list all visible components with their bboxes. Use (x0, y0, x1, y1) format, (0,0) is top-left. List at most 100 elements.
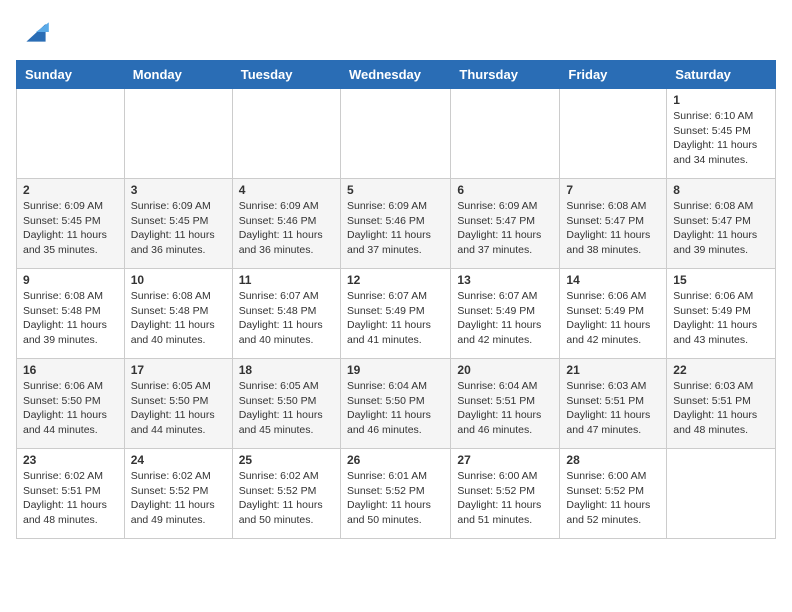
day-info: Sunrise: 6:04 AM Sunset: 5:51 PM Dayligh… (457, 379, 553, 438)
calendar-cell: 28Sunrise: 6:00 AM Sunset: 5:52 PM Dayli… (560, 449, 667, 539)
day-number: 9 (23, 273, 118, 287)
calendar-cell: 8 Sunrise: 6:08 AM Sunset: 5:47 PM Daylig… (667, 179, 776, 269)
day-number: 23 (23, 453, 118, 467)
day-number: 14 (566, 273, 660, 287)
day-number: 12 (347, 273, 444, 287)
calendar-cell: 17 Sunrise: 6:05 AM Sunset: 5:50 PM Dayli… (124, 359, 232, 449)
column-header-thursday: Thursday (451, 61, 560, 89)
day-number: 22 (673, 363, 769, 377)
day-info: Sunrise: 6:02 AM Sunset: 5:52 PM Dayligh… (131, 469, 226, 528)
day-number: 24 (131, 453, 226, 467)
calendar-cell: 24 Sunrise: 6:02 AM Sunset: 5:52 PM Dayli… (124, 449, 232, 539)
day-info: Sunrise: 6:08 AM Sunset: 5:47 PM Dayligh… (673, 199, 769, 258)
day-number: 17 (131, 363, 226, 377)
day-number: 6 (457, 183, 553, 197)
calendar-week-row: 9 Sunrise: 6:08 AM Sunset: 5:48 PM Daylig… (17, 269, 776, 359)
calendar-cell (340, 89, 450, 179)
calendar-cell: 11 Sunrise: 6:07 AM Sunset: 5:48 PM Dayli… (232, 269, 340, 359)
calendar-cell (17, 89, 125, 179)
day-info: Sunrise: 6:06 AM Sunset: 5:50 PM Dayligh… (23, 379, 118, 438)
calendar-cell: 12 Sunrise: 6:07 AM Sunset: 5:49 PM Dayli… (340, 269, 450, 359)
day-info: Sunrise: 6:08 AM Sunset: 5:48 PM Dayligh… (131, 289, 226, 348)
calendar-cell: 9 Sunrise: 6:08 AM Sunset: 5:48 PM Daylig… (17, 269, 125, 359)
day-info: Sunrise: 6:10 AM Sunset: 5:45 PM Dayligh… (673, 109, 769, 168)
calendar-cell: 1Sunrise: 6:10 AM Sunset: 5:45 PM Daylig… (667, 89, 776, 179)
calendar-cell: 14 Sunrise: 6:06 AM Sunset: 5:49 PM Dayli… (560, 269, 667, 359)
calendar-cell (124, 89, 232, 179)
day-info: Sunrise: 6:05 AM Sunset: 5:50 PM Dayligh… (239, 379, 334, 438)
day-info: Sunrise: 6:09 AM Sunset: 5:45 PM Dayligh… (23, 199, 118, 258)
calendar-cell: 6 Sunrise: 6:09 AM Sunset: 5:47 PM Daylig… (451, 179, 560, 269)
calendar-cell: 4 Sunrise: 6:09 AM Sunset: 5:46 PM Daylig… (232, 179, 340, 269)
day-number: 5 (347, 183, 444, 197)
column-header-tuesday: Tuesday (232, 61, 340, 89)
calendar-cell: 3 Sunrise: 6:09 AM Sunset: 5:45 PM Daylig… (124, 179, 232, 269)
day-info: Sunrise: 6:02 AM Sunset: 5:52 PM Dayligh… (239, 469, 334, 528)
day-number: 13 (457, 273, 553, 287)
page-header (16, 16, 776, 48)
calendar-cell: 26 Sunrise: 6:01 AM Sunset: 5:52 PM Dayli… (340, 449, 450, 539)
day-info: Sunrise: 6:07 AM Sunset: 5:49 PM Dayligh… (347, 289, 444, 348)
calendar-week-row: 1Sunrise: 6:10 AM Sunset: 5:45 PM Daylig… (17, 89, 776, 179)
day-number: 25 (239, 453, 334, 467)
calendar-week-row: 16 Sunrise: 6:06 AM Sunset: 5:50 PM Dayli… (17, 359, 776, 449)
day-number: 26 (347, 453, 444, 467)
day-info: Sunrise: 6:08 AM Sunset: 5:47 PM Dayligh… (566, 199, 660, 258)
calendar-cell: 2 Sunrise: 6:09 AM Sunset: 5:45 PM Daylig… (17, 179, 125, 269)
column-header-friday: Friday (560, 61, 667, 89)
calendar-cell: 5 Sunrise: 6:09 AM Sunset: 5:46 PM Daylig… (340, 179, 450, 269)
logo (16, 16, 52, 48)
column-header-saturday: Saturday (667, 61, 776, 89)
day-number: 21 (566, 363, 660, 377)
calendar-cell (560, 89, 667, 179)
day-info: Sunrise: 6:03 AM Sunset: 5:51 PM Dayligh… (673, 379, 769, 438)
day-info: Sunrise: 6:01 AM Sunset: 5:52 PM Dayligh… (347, 469, 444, 528)
day-info: Sunrise: 6:05 AM Sunset: 5:50 PM Dayligh… (131, 379, 226, 438)
column-header-wednesday: Wednesday (340, 61, 450, 89)
day-info: Sunrise: 6:09 AM Sunset: 5:45 PM Dayligh… (131, 199, 226, 258)
day-info: Sunrise: 6:06 AM Sunset: 5:49 PM Dayligh… (566, 289, 660, 348)
day-info: Sunrise: 6:09 AM Sunset: 5:47 PM Dayligh… (457, 199, 553, 258)
calendar-cell: 7 Sunrise: 6:08 AM Sunset: 5:47 PM Daylig… (560, 179, 667, 269)
day-info: Sunrise: 6:09 AM Sunset: 5:46 PM Dayligh… (347, 199, 444, 258)
calendar-cell (451, 89, 560, 179)
day-info: Sunrise: 6:02 AM Sunset: 5:51 PM Dayligh… (23, 469, 118, 528)
day-info: Sunrise: 6:06 AM Sunset: 5:49 PM Dayligh… (673, 289, 769, 348)
calendar-cell: 10 Sunrise: 6:08 AM Sunset: 5:48 PM Dayli… (124, 269, 232, 359)
day-number: 8 (673, 183, 769, 197)
day-number: 27 (457, 453, 553, 467)
calendar-cell: 25 Sunrise: 6:02 AM Sunset: 5:52 PM Dayli… (232, 449, 340, 539)
day-number: 3 (131, 183, 226, 197)
calendar-cell (232, 89, 340, 179)
day-info: Sunrise: 6:04 AM Sunset: 5:50 PM Dayligh… (347, 379, 444, 438)
calendar-cell: 15 Sunrise: 6:06 AM Sunset: 5:49 PM Dayli… (667, 269, 776, 359)
calendar-cell: 22 Sunrise: 6:03 AM Sunset: 5:51 PM Dayli… (667, 359, 776, 449)
calendar-week-row: 2 Sunrise: 6:09 AM Sunset: 5:45 PM Daylig… (17, 179, 776, 269)
calendar-week-row: 23 Sunrise: 6:02 AM Sunset: 5:51 PM Dayli… (17, 449, 776, 539)
day-info: Sunrise: 6:09 AM Sunset: 5:46 PM Dayligh… (239, 199, 334, 258)
calendar-table: SundayMondayTuesdayWednesdayThursdayFrid… (16, 60, 776, 539)
calendar-cell (667, 449, 776, 539)
day-number: 7 (566, 183, 660, 197)
day-number: 10 (131, 273, 226, 287)
day-number: 18 (239, 363, 334, 377)
day-info: Sunrise: 6:08 AM Sunset: 5:48 PM Dayligh… (23, 289, 118, 348)
calendar-cell: 20Sunrise: 6:04 AM Sunset: 5:51 PM Dayli… (451, 359, 560, 449)
calendar-cell: 18 Sunrise: 6:05 AM Sunset: 5:50 PM Dayli… (232, 359, 340, 449)
day-number: 15 (673, 273, 769, 287)
calendar-cell: 23 Sunrise: 6:02 AM Sunset: 5:51 PM Dayli… (17, 449, 125, 539)
day-info: Sunrise: 6:07 AM Sunset: 5:48 PM Dayligh… (239, 289, 334, 348)
day-info: Sunrise: 6:03 AM Sunset: 5:51 PM Dayligh… (566, 379, 660, 438)
day-info: Sunrise: 6:07 AM Sunset: 5:49 PM Dayligh… (457, 289, 553, 348)
day-info: Sunrise: 6:00 AM Sunset: 5:52 PM Dayligh… (457, 469, 553, 528)
day-number: 11 (239, 273, 334, 287)
logo-icon (20, 16, 52, 48)
day-number: 4 (239, 183, 334, 197)
calendar-cell: 13 Sunrise: 6:07 AM Sunset: 5:49 PM Dayli… (451, 269, 560, 359)
day-number: 16 (23, 363, 118, 377)
calendar-cell: 19Sunrise: 6:04 AM Sunset: 5:50 PM Dayli… (340, 359, 450, 449)
calendar-header-row: SundayMondayTuesdayWednesdayThursdayFrid… (17, 61, 776, 89)
day-number: 2 (23, 183, 118, 197)
day-info: Sunrise: 6:00 AM Sunset: 5:52 PM Dayligh… (566, 469, 660, 528)
column-header-sunday: Sunday (17, 61, 125, 89)
